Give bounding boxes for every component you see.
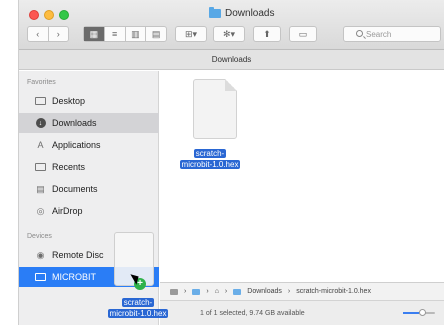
back-button[interactable]: ‹ — [28, 27, 49, 41]
search-icon — [356, 30, 363, 37]
path-segment-file[interactable]: scratch-microbit-1.0.hex — [296, 288, 371, 295]
path-separator: › — [224, 288, 228, 295]
zoom-button[interactable] — [59, 10, 69, 20]
drag-label-line2: microbit-1.0.hex — [107, 309, 169, 318]
sidebar-item-label: Applications — [52, 140, 101, 150]
status-bar: 1 of 1 selected, 9.74 GB available — [160, 300, 444, 325]
file-browser-area[interactable]: scratch- microbit-1.0.hex — [160, 71, 444, 289]
folder-icon — [209, 7, 221, 18]
sidebar-section-favorites: Favorites — [27, 79, 56, 86]
applications-icon: A — [37, 140, 44, 150]
window-title: Downloads — [209, 7, 275, 19]
gallery-view-button[interactable]: ▤ — [146, 27, 166, 41]
share-button[interactable]: ⬆ — [253, 26, 281, 42]
hex-file-icon[interactable] — [193, 79, 237, 145]
hard-drive-icon — [170, 288, 178, 295]
folder-icon — [233, 288, 242, 295]
window-title-text: Downloads — [225, 8, 275, 19]
file-name-line2: microbit-1.0.hex — [179, 160, 241, 169]
sidebar-item-label: Downloads — [52, 118, 97, 128]
slider-fill — [403, 312, 419, 314]
sidebar-item-documents[interactable]: ▤ Documents — [19, 179, 159, 199]
home-icon[interactable]: ⌂ — [215, 288, 219, 295]
sidebar-item-applications[interactable]: A Applications — [19, 135, 159, 155]
title-bar: Downloads ‹ › ▦ ≡ ▥ ▤ ⊞▾ ✻▾ ⬆ ▭ Search — [19, 0, 444, 50]
drag-ghost-label: scratch- microbit-1.0.hex — [97, 297, 179, 319]
disc-icon: ◉ — [36, 249, 45, 260]
drive-icon — [35, 272, 46, 282]
folder-icon — [192, 288, 201, 295]
page-fold — [225, 79, 237, 91]
airdrop-icon: ◎ — [36, 205, 45, 216]
path-separator: › — [287, 288, 291, 295]
search-field[interactable]: Search — [343, 26, 441, 42]
file-name-line1: scratch- — [193, 149, 227, 158]
finder-window: Downloads ‹ › ▦ ≡ ▥ ▤ ⊞▾ ✻▾ ⬆ ▭ Search D… — [18, 0, 444, 325]
forward-button[interactable]: › — [49, 27, 69, 41]
tab-bar: Downloads — [19, 50, 444, 70]
sidebar-item-airdrop[interactable]: ◎ AirDrop — [19, 201, 159, 221]
icon-size-slider[interactable] — [403, 309, 435, 316]
sidebar-item-downloads[interactable]: ↓ Downloads — [19, 113, 159, 133]
downloads-icon: ↓ — [35, 118, 46, 128]
path-separator: › — [184, 288, 187, 295]
action-button[interactable]: ✻▾ — [213, 26, 245, 42]
sidebar-section-devices: Devices — [27, 233, 52, 240]
recents-icon — [35, 162, 46, 172]
path-separator: › — [206, 288, 209, 295]
slider-knob[interactable] — [419, 309, 426, 316]
arrange-button[interactable]: ⊞▾ — [175, 26, 207, 42]
minimize-button[interactable] — [44, 10, 54, 20]
sidebar-item-desktop[interactable]: Desktop — [19, 91, 159, 111]
search-placeholder: Search — [366, 29, 392, 39]
view-mode-control: ▦ ≡ ▥ ▤ — [83, 26, 167, 42]
desktop-icon — [35, 96, 46, 106]
back-forward-control: ‹ › — [27, 26, 69, 42]
tags-button[interactable]: ▭ — [289, 26, 317, 42]
sidebar-item-label: AirDrop — [52, 206, 83, 216]
file-name-label[interactable]: scratch- microbit-1.0.hex — [168, 148, 252, 170]
drag-label-line1: scratch- — [121, 298, 155, 307]
sidebar-item-label: Documents — [52, 184, 98, 194]
sidebar-item-label: Desktop — [52, 96, 86, 106]
sidebar-item-recents[interactable]: Recents — [19, 157, 159, 177]
icon-view-button[interactable]: ▦ — [84, 27, 105, 41]
path-segment-downloads[interactable]: Downloads — [247, 288, 282, 295]
close-button[interactable] — [29, 10, 39, 20]
documents-icon: ▤ — [36, 183, 45, 194]
list-view-button[interactable]: ≡ — [105, 27, 126, 41]
sidebar-item-label: MICROBIT — [52, 272, 96, 282]
sidebar-item-label: Remote Disc — [52, 250, 104, 260]
path-bar: › › ⌂ › Downloads › scratch-microbit-1.0… — [160, 282, 444, 300]
status-text: 1 of 1 selected, 9.74 GB available — [200, 309, 305, 317]
tab-downloads[interactable]: Downloads — [212, 55, 252, 64]
sidebar-item-label: Recents — [52, 162, 86, 172]
column-view-button[interactable]: ▥ — [126, 27, 147, 41]
